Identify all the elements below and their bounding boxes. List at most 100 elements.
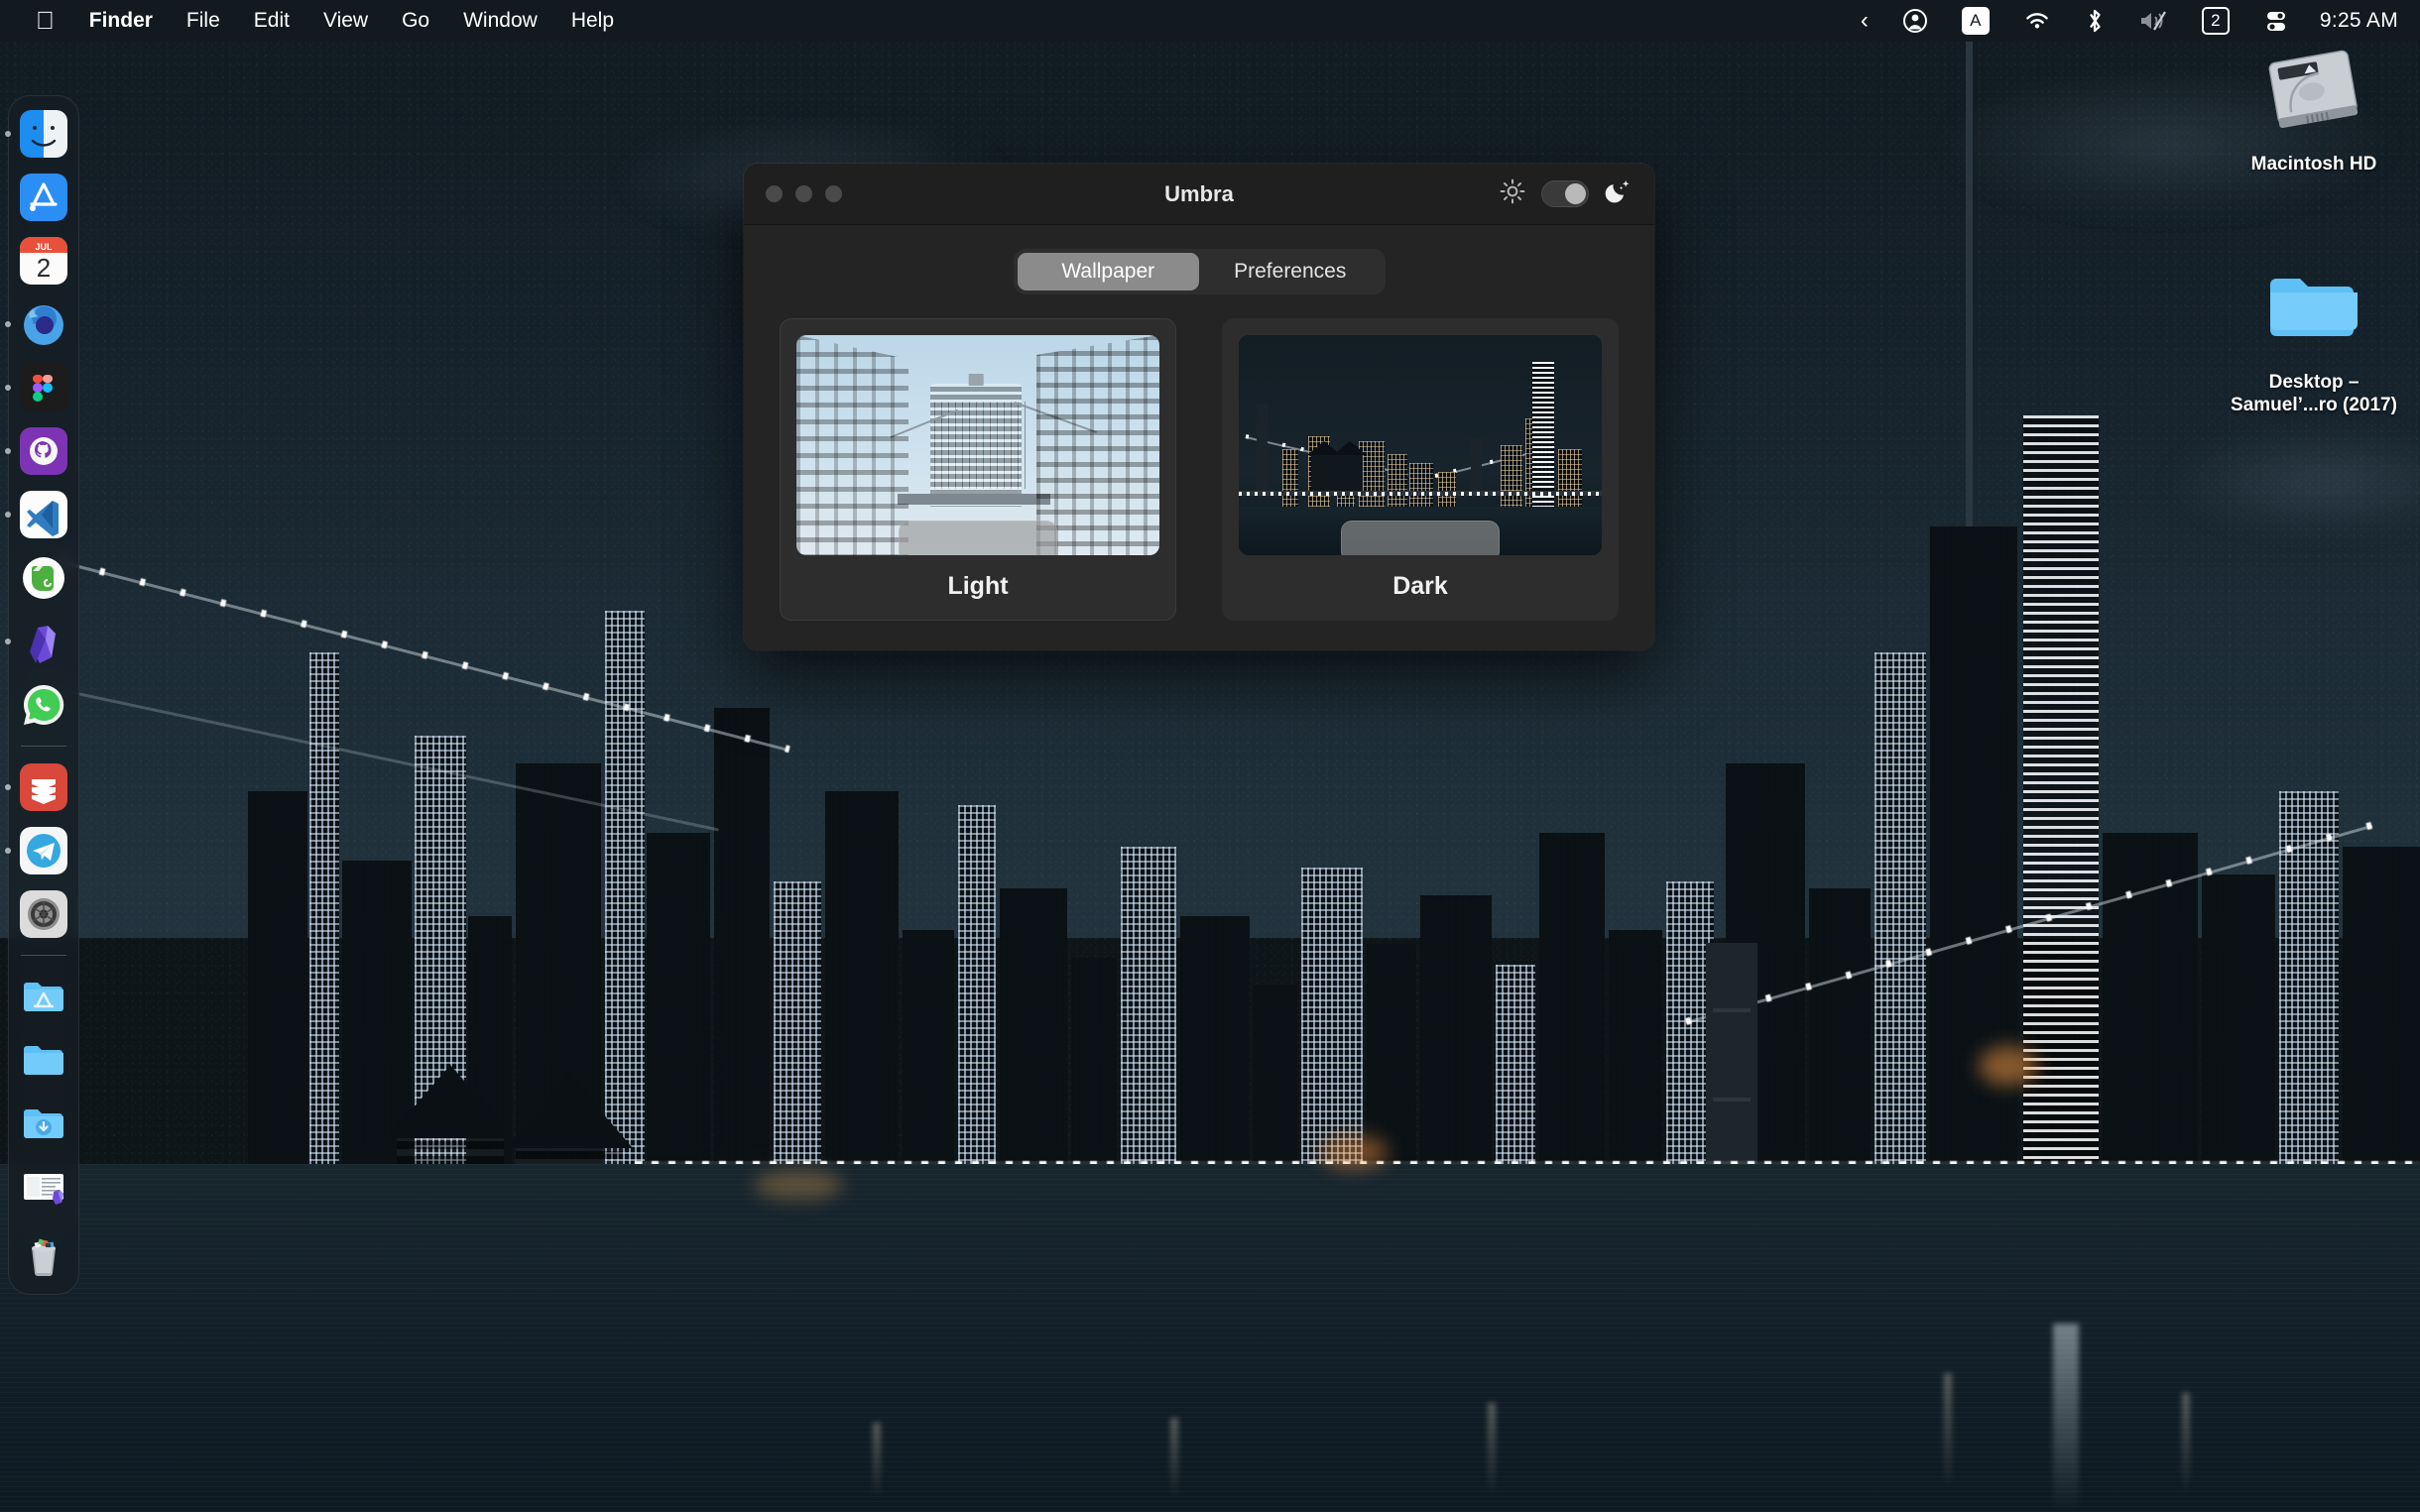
window-title-bar[interactable]: Umbra [744, 164, 1654, 225]
chevron-left-icon[interactable]: ‹ [1844, 7, 1885, 35]
dock-item-firefox[interactable] [18, 298, 69, 350]
tab-bar: Wallpaper Preferences [1014, 249, 1386, 294]
wallpaper-card-list: Light [770, 318, 1629, 621]
appearance-toggle-group [1500, 177, 1633, 210]
dock-separator-2 [21, 955, 66, 956]
input-source-icon[interactable]: A [1945, 7, 2006, 35]
amethyst-crystal-icon [20, 618, 67, 665]
traffic-light-buttons [766, 185, 842, 202]
wallpaper-card-dark[interactable]: Dark [1222, 318, 1619, 621]
svg-text:JUL: JUL [35, 242, 53, 252]
dock-item-calendar[interactable]: JUL 2 [18, 235, 69, 287]
running-indicator [5, 512, 11, 518]
preview-building-right [1036, 335, 1159, 555]
dock-item-figma[interactable] [18, 362, 69, 413]
close-button[interactable] [766, 185, 783, 202]
dock-separator-1 [21, 746, 66, 747]
preview-dock-overlay [1341, 521, 1500, 555]
dock-item-github[interactable] [18, 425, 69, 477]
running-indicator [5, 848, 11, 854]
tab-preferences[interactable]: Preferences [1199, 253, 1382, 291]
menu-item-file[interactable]: File [170, 9, 237, 33]
dock: JUL 2 [8, 95, 79, 1295]
svg-text:2: 2 [37, 253, 51, 283]
menu-bar:  Finder File Edit View Go Window Help ‹… [0, 0, 2420, 42]
dock-item-documents-folder[interactable] [18, 1034, 69, 1086]
menu-item-window[interactable]: Window [446, 9, 554, 33]
zoom-button[interactable] [825, 185, 842, 202]
firefox-icon [20, 300, 67, 348]
menu-item-edit[interactable]: Edit [237, 9, 306, 33]
whatsapp-icon [20, 681, 67, 729]
preview-bridge-tower [930, 384, 1022, 507]
wifi-icon[interactable] [2006, 10, 2068, 32]
wallpaper-card-light[interactable]: Light [780, 318, 1176, 621]
dock-item-finder[interactable] [18, 108, 69, 160]
construction-crane [1966, 0, 1973, 526]
hard-drive-icon [2220, 38, 2408, 147]
volume-muted-icon[interactable] [2121, 9, 2185, 33]
sun-icon [1500, 178, 1525, 209]
desktop-icon-desktop-folder[interactable]: Desktop – Samuel’...ro (2017) [2220, 256, 2408, 416]
desktop-icon-macintosh-hd[interactable]: Macintosh HD [2220, 38, 2408, 175]
running-indicator [5, 784, 11, 790]
system-preferences-gear-icon [20, 890, 67, 938]
running-indicator [5, 321, 11, 327]
menu-item-go[interactable]: Go [385, 9, 446, 33]
user-account-icon[interactable] [1885, 8, 1945, 34]
document-icon [20, 1163, 67, 1211]
dock-item-document-stack[interactable] [18, 1161, 69, 1213]
dark-wallpaper-preview [1239, 335, 1602, 555]
telegram-icon [20, 827, 67, 874]
dock-item-system-preferences[interactable] [18, 888, 69, 940]
dock-item-downloads-folder[interactable] [18, 1098, 69, 1149]
dock-item-vscode[interactable] [18, 489, 69, 540]
bluetooth-icon[interactable] [2068, 7, 2121, 35]
applications-folder-icon [20, 973, 67, 1020]
running-indicator [5, 639, 11, 644]
preview-bridge-deck [898, 494, 1050, 505]
dock-item-applications-folder[interactable] [18, 971, 69, 1022]
minimize-button[interactable] [795, 185, 812, 202]
dock-item-evernote[interactable] [18, 552, 69, 604]
running-indicator [5, 131, 11, 137]
card-label-light: Light [796, 572, 1159, 601]
menu-item-view[interactable]: View [306, 9, 385, 33]
downloads-folder-icon [20, 1100, 67, 1147]
menu-item-help[interactable]: Help [554, 9, 631, 33]
tab-wallpaper[interactable]: Wallpaper [1018, 253, 1200, 291]
preview-building-left [796, 335, 908, 555]
folder-icon [2220, 256, 2408, 365]
control-center-icon[interactable] [2246, 8, 2306, 34]
light-dark-toggle-switch[interactable] [1541, 180, 1589, 207]
todoist-icon [20, 763, 67, 811]
trash-full-icon [20, 1230, 67, 1278]
apple-logo-icon[interactable]:  [18, 9, 72, 34]
dock-item-whatsapp[interactable] [18, 679, 69, 731]
running-indicator [5, 385, 11, 391]
menu-item-finder[interactable]: Finder [72, 9, 170, 33]
github-icon [20, 427, 67, 475]
dock-item-app-store[interactable] [18, 172, 69, 223]
display-count-value: 2 [2202, 7, 2230, 35]
dock-item-amethyst[interactable] [18, 616, 69, 667]
app-store-icon [20, 174, 67, 221]
dock-item-trash[interactable] [18, 1228, 69, 1280]
menu-bar-clock[interactable]: 9:25 AM [2306, 9, 2398, 33]
menu-bar-left:  Finder File Edit View Go Window Help [0, 9, 631, 34]
window-body: Wallpaper Preferences Light [744, 225, 1654, 650]
display-count-icon[interactable]: 2 [2185, 7, 2246, 35]
desktop-icon-label: Desktop – Samuel’...ro (2017) [2220, 371, 2408, 416]
toggle-knob [1565, 183, 1586, 204]
evernote-icon [20, 554, 67, 602]
moon-stars-icon [1605, 177, 1633, 210]
input-source-letter: A [1962, 7, 1990, 35]
running-indicator [5, 448, 11, 454]
dock-item-telegram[interactable] [18, 825, 69, 876]
preview-white-skyscraper [1532, 362, 1554, 508]
menu-bar-status-area: ‹ A 2 9:25 AM [1844, 7, 2420, 35]
vscode-icon [20, 491, 67, 538]
preview-dock-overlay [899, 521, 1057, 555]
dock-item-todoist[interactable] [18, 761, 69, 813]
finder-icon [20, 110, 67, 158]
